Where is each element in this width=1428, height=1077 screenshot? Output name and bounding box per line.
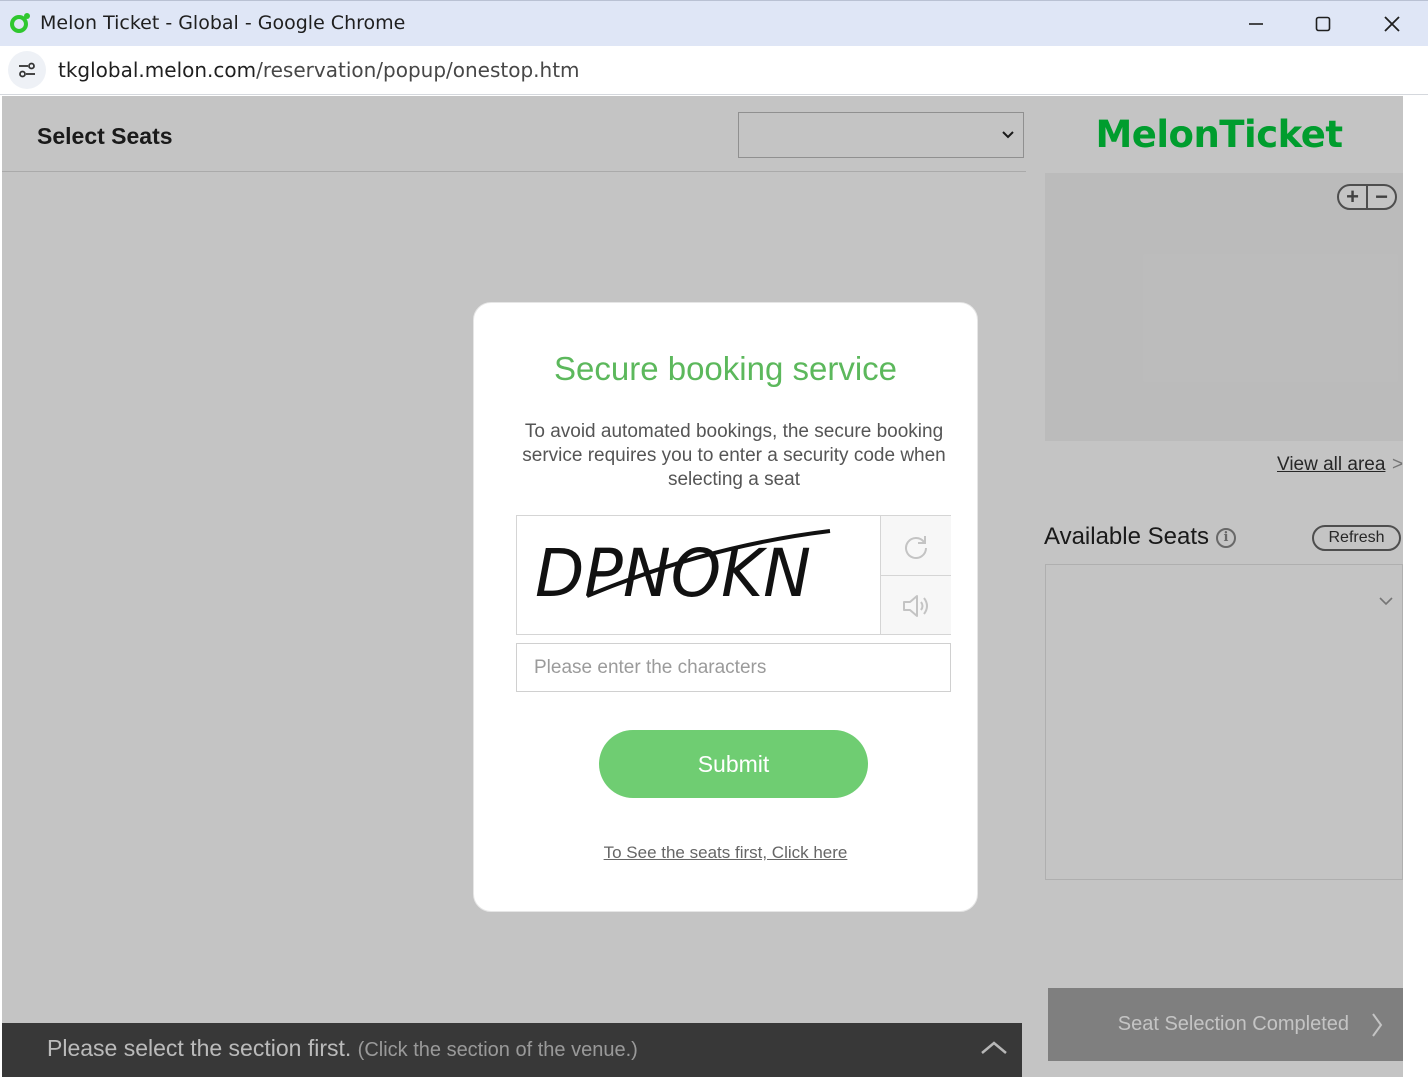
tune-icon [19, 62, 35, 78]
see-seats-first-link[interactable]: To See the seats first, Click here [474, 843, 977, 863]
submit-button[interactable]: Submit [599, 730, 868, 798]
page-content: Select Seats Please select the section f… [2, 96, 1426, 1077]
captcha-image: DPNOKN [535, 529, 831, 612]
close-window-button[interactable] [1372, 9, 1412, 39]
captcha-refresh-button[interactable] [881, 516, 951, 576]
speaker-icon [903, 594, 928, 617]
minimize-icon [1249, 23, 1263, 25]
url-path: /reservation/popup/onestop.htm [256, 58, 580, 82]
melon-app-icon [10, 13, 30, 33]
refresh-icon [905, 535, 927, 559]
close-icon [1384, 16, 1400, 32]
svg-text:DPNOKN: DPNOKN [535, 535, 811, 612]
captcha-controls [880, 516, 951, 634]
dialog-description: To avoid automated bookings, the secure … [522, 421, 946, 490]
window-titlebar: Melon Ticket - Global - Google Chrome [0, 0, 1428, 46]
captcha-audio-button[interactable] [881, 576, 951, 635]
site-info-button[interactable] [8, 51, 46, 89]
window-title: Melon Ticket - Global - Google Chrome [40, 12, 406, 34]
minimize-button[interactable] [1236, 9, 1276, 39]
captcha-box: DPNOKN [516, 515, 951, 635]
maximize-button[interactable] [1303, 9, 1343, 39]
url-text[interactable]: tkglobal.melon.com/reservation/popup/one… [58, 58, 580, 82]
security-code-input[interactable] [516, 643, 951, 692]
url-domain: tkglobal.melon.com [58, 58, 257, 82]
dialog-title: Secure booking service [553, 350, 898, 387]
secure-booking-dialog: Secure booking service To avoid automate… [473, 302, 978, 912]
maximize-icon [1315, 16, 1331, 32]
address-bar: tkglobal.melon.com/reservation/popup/one… [0, 46, 1428, 95]
